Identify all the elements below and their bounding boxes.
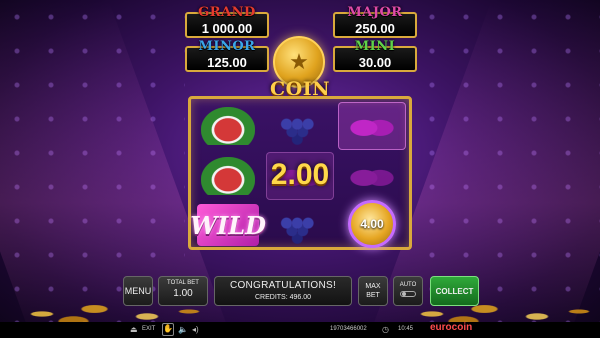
brand-text: eurocoin <box>430 322 473 333</box>
clock-icon: ◷ <box>382 325 389 334</box>
grapes-icon <box>273 206 327 244</box>
total-bet-label: TOTAL BET <box>167 280 199 286</box>
reel-cell: WILD <box>190 201 266 249</box>
coin-symbol-value: 4.00 <box>360 217 384 231</box>
max-bet-button[interactable]: MAX BET <box>358 276 388 306</box>
max-bet-label: MAX BET <box>365 283 381 299</box>
exit-icon[interactable]: ⏏ <box>130 325 138 334</box>
hand-icon[interactable]: ✋ <box>162 323 174 336</box>
watermelon-icon <box>201 107 255 145</box>
coin-symbol: 4.00 <box>348 200 396 248</box>
jackpot-minor-title: MINOR <box>198 39 256 54</box>
reel-cell <box>266 102 334 150</box>
jackpot-mini-title: MINI <box>354 39 396 54</box>
message-text: CONGRATULATIONS! <box>229 280 337 291</box>
clock-time: 10:45 <box>398 326 414 332</box>
total-bet-button[interactable]: TOTAL BET 1.00 <box>158 276 208 306</box>
reel-cell <box>194 102 262 150</box>
sound-icon[interactable]: 🔈 <box>178 325 188 334</box>
reel-cell <box>266 201 334 249</box>
jackpot-grand: GRAND 1 000.00 <box>185 5 269 38</box>
jackpot-minor-value: 125.00 <box>207 55 247 70</box>
status-bar: ⏏ EXIT ✋ 🔈 ◂) 19703466002 ◷ 10:45 euroco… <box>0 322 600 338</box>
credits-text: CREDITS: 496.00 <box>254 294 312 301</box>
jackpot-major-title: MAJOR <box>347 5 403 20</box>
menu-button[interactable]: MENU <box>123 276 153 306</box>
toggle-switch-icon <box>400 291 416 297</box>
jackpot-mini: MINI 30.00 <box>333 39 417 72</box>
total-bet-value: 1.00 <box>173 288 193 299</box>
volume-icon[interactable]: ◂) <box>192 325 199 334</box>
jackpot-minor: MINOR 125.00 <box>185 39 269 72</box>
auto-label: AUTO <box>399 282 417 288</box>
reel-cell: 4.00 <box>338 199 406 249</box>
grapes-icon <box>273 107 327 145</box>
jackpot-grand-value: 1 000.00 <box>201 21 253 36</box>
win-amount: 2.00 <box>270 158 330 191</box>
plum-icon <box>345 107 399 145</box>
exit-link[interactable]: EXIT <box>142 326 155 332</box>
jackpot-major: MAJOR 250.00 <box>333 5 417 38</box>
reel-cell <box>338 152 406 200</box>
reel-cell <box>338 102 406 150</box>
jackpot-major-value: 250.00 <box>355 21 395 36</box>
plum-icon <box>345 157 399 195</box>
ticket-id: 19703466002 <box>330 326 367 332</box>
menu-label: MENU <box>124 286 152 296</box>
brand-logo: eurocoin <box>430 322 472 333</box>
message-panel: CONGRATULATIONS! CREDITS: 496.00 <box>214 276 352 306</box>
collect-button[interactable]: COLLECT <box>430 276 479 306</box>
jackpot-grand-title: GRAND <box>198 5 256 20</box>
reel-cell <box>194 152 262 200</box>
game-stage: GRAND 1 000.00 MAJOR 250.00 MINOR 125.00… <box>0 0 600 338</box>
collect-label: COLLECT <box>435 286 474 296</box>
wild-symbol: WILD <box>190 204 266 246</box>
jackpot-mini-value: 30.00 <box>358 55 392 70</box>
watermelon-icon <box>201 157 255 195</box>
auto-toggle[interactable]: AUTO <box>393 276 423 306</box>
